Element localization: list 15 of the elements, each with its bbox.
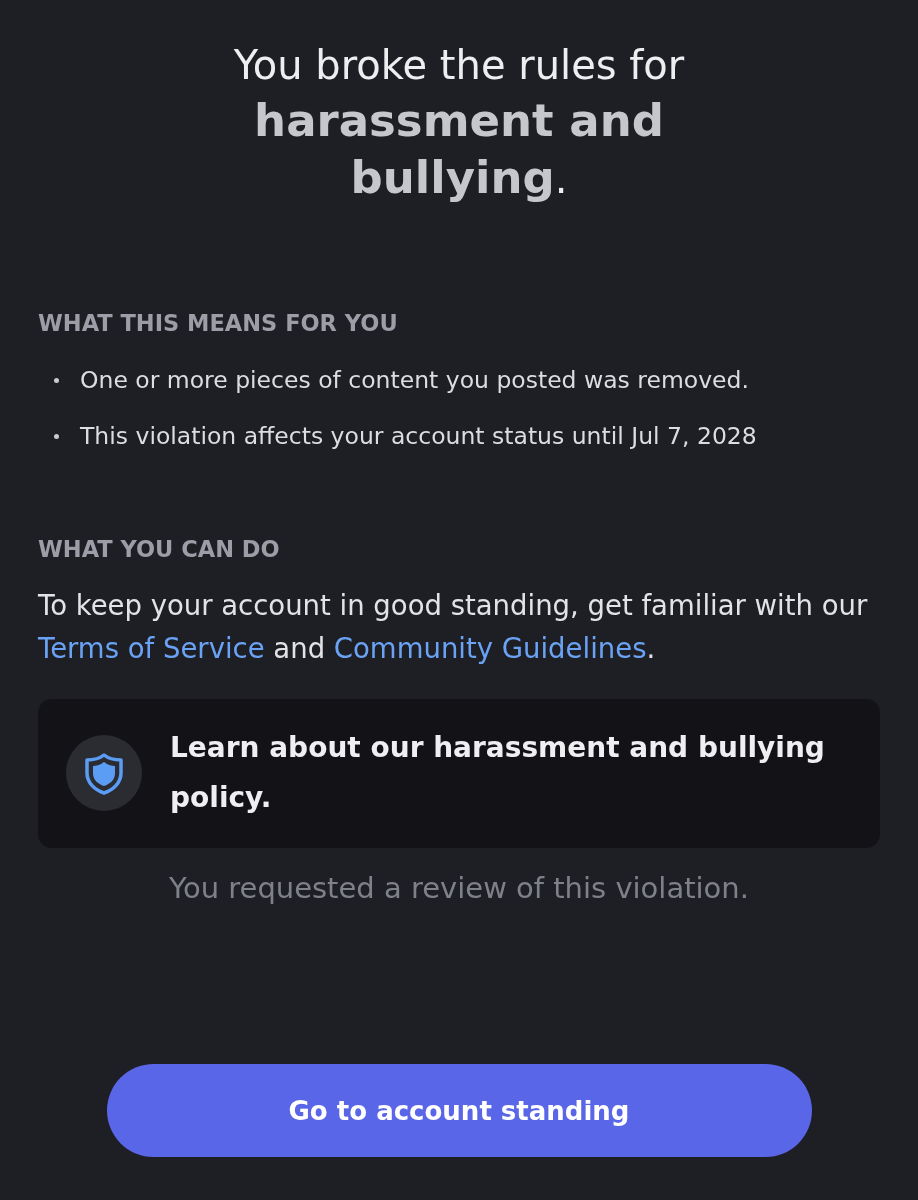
section-heading: WHAT YOU CAN DO bbox=[38, 535, 280, 563]
account-standing-button[interactable]: Go to account standing bbox=[106, 1064, 812, 1157]
section-heading: WHAT THIS MEANS FOR YOU bbox=[38, 309, 398, 337]
guidance-paragraph: To keep your account in good standing, get familiar with our Terms of Service and Community Guidelines. bbox=[38, 588, 869, 666]
page-title: You broke the rules for harassment and bullying. bbox=[232, 41, 686, 206]
list-item-text: One or more pieces of content you posted was removed. bbox=[80, 365, 749, 396]
inline-link[interactable]: Terms of Service bbox=[38, 632, 265, 664]
inline-link[interactable]: Community Guidelines bbox=[333, 632, 647, 664]
review-status-text: You requested a review of this violation. bbox=[168, 870, 750, 907]
bullet-icon bbox=[54, 377, 59, 383]
policy-card-text: Learn about our harassment and bullying policy. bbox=[170, 730, 826, 816]
shield-icon bbox=[66, 735, 142, 811]
policy-card[interactable]: Learn about our harassment and bullying policy. bbox=[38, 699, 880, 848]
bullet-icon bbox=[54, 433, 59, 439]
list-item-text: This violation affects your account status until Jul 7, 2028 bbox=[80, 421, 757, 452]
